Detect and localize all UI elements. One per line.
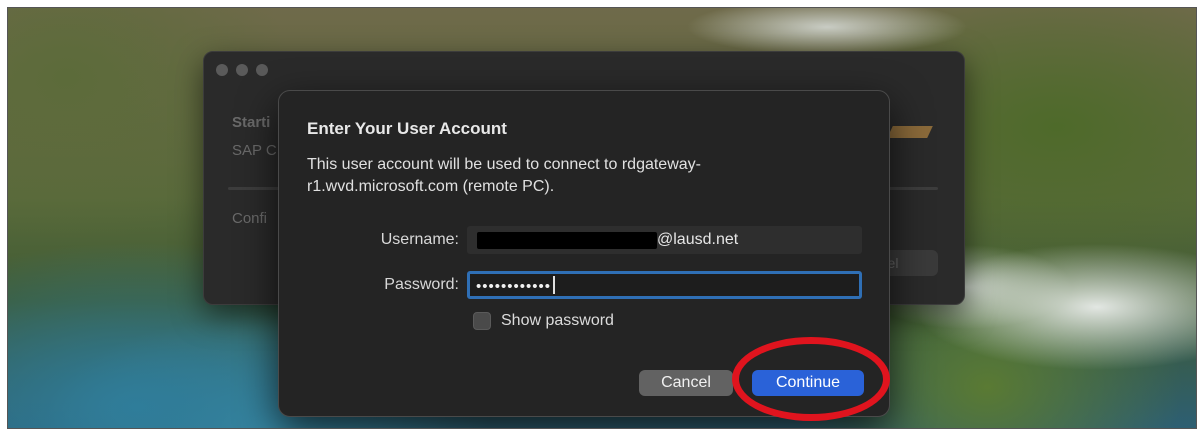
redacted-username-block xyxy=(477,232,657,249)
dialog-description: This user account will be used to connec… xyxy=(307,156,701,195)
username-domain-text: @lausd.net xyxy=(657,231,739,248)
password-label: Password: xyxy=(384,276,459,293)
user-account-dialog: Enter Your User Account This user accoun… xyxy=(278,90,890,417)
background-progress-bar xyxy=(228,187,938,190)
dialog-title: Enter Your User Account xyxy=(307,119,507,138)
minimize-window-icon[interactable] xyxy=(236,64,248,76)
username-field[interactable]: @lausd.net xyxy=(467,226,862,254)
background-status-text: Confi xyxy=(232,210,268,227)
background-subtitle-text: SAP C xyxy=(232,142,277,159)
password-dots: •••••••••••• xyxy=(476,278,552,295)
zoom-window-icon[interactable] xyxy=(256,64,268,76)
background-cancel-button[interactable]: el xyxy=(848,250,938,276)
background-window: Starti SAP C Confi el xyxy=(203,51,965,305)
password-masked-value: •••••••••••• xyxy=(476,276,556,295)
cancel-button[interactable]: Cancel xyxy=(639,370,733,396)
text-caret xyxy=(553,276,556,294)
background-logo-stripe xyxy=(887,126,933,138)
show-password-label[interactable]: Show password xyxy=(501,312,614,330)
red-highlight-circle xyxy=(732,337,890,421)
background-title-text: Starti xyxy=(232,114,271,131)
continue-button[interactable]: Continue xyxy=(752,370,864,396)
password-field[interactable]: •••••••••••• xyxy=(467,271,862,299)
close-window-icon[interactable] xyxy=(216,64,228,76)
desktop-wallpaper: Starti SAP C Confi el Enter Your User Ac… xyxy=(7,7,1197,429)
username-label: Username: xyxy=(380,231,459,248)
show-password-checkbox[interactable] xyxy=(473,312,491,330)
